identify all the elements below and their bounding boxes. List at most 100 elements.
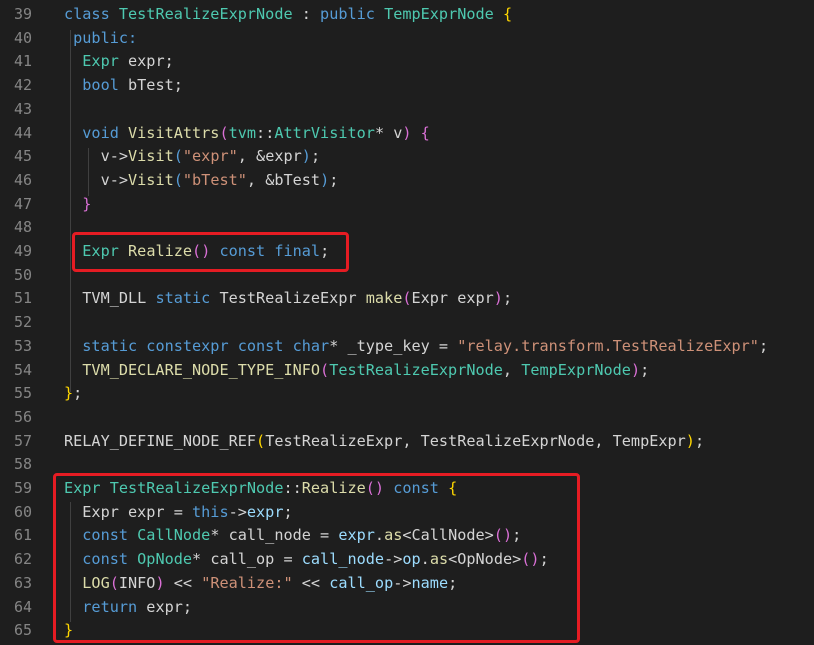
code-token: () <box>493 526 513 545</box>
code-line[interactable]: 44 void VisitAttrs(tvm::AttrVisitor* v) … <box>0 122 814 146</box>
code-token: ; <box>502 289 513 308</box>
code-token: } <box>64 621 74 640</box>
code-token: { <box>493 5 513 23</box>
code-line[interactable]: 65} <box>0 619 814 643</box>
code-token: -> <box>228 502 247 521</box>
code-line[interactable]: 41 Expr expr; <box>0 50 814 74</box>
line-number: 48 <box>13 218 32 237</box>
code-line[interactable]: 58 <box>0 453 814 477</box>
code-line[interactable]: 48 <box>0 216 814 240</box>
code-token: <OpNode> <box>448 550 522 569</box>
code-token: call_node <box>301 550 385 569</box>
code-line[interactable]: 55}; <box>0 382 814 406</box>
code-line[interactable]: 57 RELAY_DEFINE_NODE_REF(TestRealizeExpr,… <box>0 430 814 454</box>
code-token: TestRealizeExprNode <box>109 479 284 497</box>
code-token: Visit <box>128 147 174 166</box>
code-text: v->Visit("expr", &expr); <box>64 145 321 169</box>
code-token: TVM_DECLARE_NODE_TYPE_INFO <box>64 360 321 379</box>
code-token: ) <box>155 573 165 592</box>
code-text: TVM_DLL static TestRealizeExpr make(Expr… <box>64 287 512 311</box>
line-number: 44 <box>13 123 32 142</box>
line-number: 57 <box>13 431 32 450</box>
code-line[interactable]: 62 const OpNode* call_op = call_node->op… <box>0 548 814 572</box>
line-number: 54 <box>13 360 32 379</box>
code-line[interactable]: 54 TVM_DECLARE_NODE_TYPE_INFO(TestRealiz… <box>0 359 814 383</box>
code-token: ( <box>173 170 183 189</box>
code-token: "bTest" <box>182 170 247 189</box>
code-text: v->Visit("bTest", &bTest); <box>64 169 339 193</box>
code-token: } <box>64 194 92 213</box>
code-token: } <box>64 384 74 403</box>
line-number: 47 <box>13 194 32 213</box>
code-line[interactable]: 56 <box>0 406 814 430</box>
code-token: char <box>292 336 330 355</box>
code-token: ; <box>283 502 293 521</box>
code-token: bool <box>64 76 119 95</box>
code-line[interactable]: 50 <box>0 264 814 288</box>
code-line[interactable]: 46 v->Visit("bTest", &bTest); <box>0 169 814 193</box>
code-token: TestRealizeExpr <box>219 289 366 308</box>
line-number: 41 <box>13 52 32 71</box>
code-token: () <box>365 479 385 497</box>
code-text: } <box>64 193 91 217</box>
code-line[interactable]: 63 LOG(INFO) << "Realize:" << call_op->n… <box>0 572 814 596</box>
code-token: ) <box>320 170 330 189</box>
code-token: Expr <box>64 479 101 497</box>
code-token: static <box>155 289 220 308</box>
line-number: 59 <box>13 479 32 497</box>
code-token: : <box>292 5 321 23</box>
code-token: ) <box>301 147 311 166</box>
code-line[interactable]: 59 Expr TestRealizeExprNode::Realize() co… <box>0 477 814 501</box>
code-token: const <box>64 550 138 569</box>
code-line[interactable]: 39 class TestRealizeExprNode : public Tem… <box>0 3 814 27</box>
code-token: ( <box>219 123 229 142</box>
code-line[interactable]: 47 } <box>0 193 814 217</box>
code-line[interactable]: 45 v->Visit("expr", &expr); <box>0 145 814 169</box>
code-token: AttrVisitor <box>274 123 375 142</box>
code-token: Visit <box>128 170 174 189</box>
code-text: const CallNode* call_node = expr.as<Call… <box>64 524 521 548</box>
code-token: this <box>192 502 229 521</box>
code-token: Expr expr <box>411 289 494 308</box>
code-token: name <box>411 573 449 592</box>
code-text: Expr Realize() const final; <box>64 240 329 264</box>
line-number: 61 <box>13 526 32 545</box>
code-line[interactable]: 40 public: <box>0 27 814 51</box>
code-line[interactable]: 43 <box>0 98 814 122</box>
code-line[interactable]: 61 const CallNode* call_node = expr.as<C… <box>0 524 814 548</box>
line-number: 39 <box>13 5 32 23</box>
code-token: public: <box>64 28 138 47</box>
code-token: CallNode <box>137 526 211 545</box>
line-number: 50 <box>13 265 32 284</box>
code-token: ) <box>402 123 412 142</box>
code-line[interactable]: 49 Expr Realize() const final; <box>0 240 814 264</box>
code-token: const <box>237 336 293 355</box>
code-line[interactable]: 51 TVM_DLL static TestRealizeExpr make(E… <box>0 287 814 311</box>
code-token: INFO <box>118 573 156 592</box>
code-token: final <box>274 242 321 260</box>
code-token: TestRealizeExpr, TestRealizeExprNode, Te… <box>265 431 686 450</box>
code-line[interactable]: 60 Expr expr = this->expr; <box>0 501 814 525</box>
code-token: v-> <box>64 170 129 189</box>
code-token: expr <box>338 526 375 545</box>
code-line[interactable]: 64 return expr; <box>0 596 814 620</box>
code-text: return expr; <box>64 596 192 620</box>
code-token: ; <box>640 360 650 379</box>
code-editor[interactable]: 39 class TestRealizeExprNode : public Tem… <box>0 0 814 645</box>
code-text: Expr expr = this->expr; <box>64 501 293 525</box>
line-number: 65 <box>13 621 32 640</box>
code-text: RELAY_DEFINE_NODE_REF(TestRealizeExpr, T… <box>64 430 704 454</box>
code-line[interactable]: 42 bool bTest; <box>0 74 814 98</box>
code-token: , &bTest <box>246 170 321 189</box>
code-line[interactable]: 53 static constexpr const char* _type_ke… <box>0 335 814 359</box>
code-text: } <box>64 619 73 643</box>
code-token: const <box>210 242 275 260</box>
code-token: ) <box>493 289 503 308</box>
code-token: , <box>502 360 522 379</box>
code-token: TestRealizeExprNode <box>329 360 503 379</box>
code-token: ; <box>73 384 83 403</box>
code-token: ; <box>694 431 705 450</box>
code-line[interactable]: 52 <box>0 311 814 335</box>
code-token: op <box>402 550 421 569</box>
